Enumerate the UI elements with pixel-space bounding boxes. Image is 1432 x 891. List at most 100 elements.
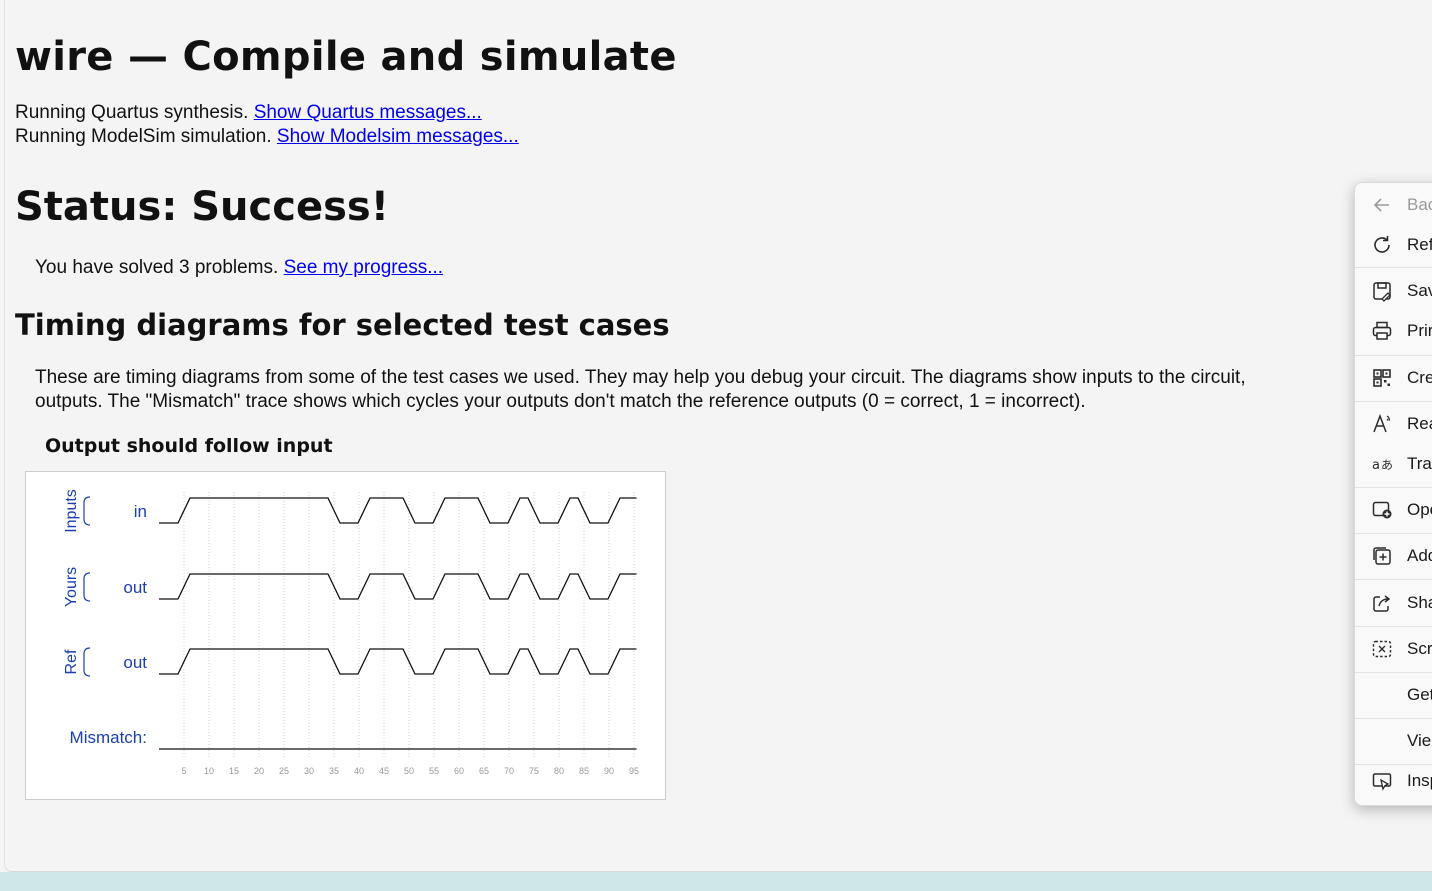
read-aloud-icon — [1370, 412, 1394, 436]
open-window-icon — [1370, 498, 1394, 522]
waveform-out — [159, 648, 637, 675]
tick-label: 75 — [529, 766, 539, 776]
context-menu-item[interactable]: Ref — [1355, 227, 1432, 263]
print-icon — [1370, 319, 1394, 343]
menu-separator — [1355, 267, 1432, 268]
tick-label: 55 — [429, 766, 439, 776]
context-menu-label: Get — [1407, 685, 1432, 704]
diagram-title: Output should follow input — [45, 435, 333, 457]
bracket — [83, 647, 91, 677]
quartus-text: Running Quartus synthesis. — [15, 102, 249, 123]
timing-description: These are timing diagrams from some of t… — [35, 366, 1375, 414]
context-menu-label: Insp — [1407, 771, 1432, 790]
context-menu-label: Vie — [1407, 731, 1432, 750]
waveform-in — [159, 497, 637, 524]
show-quartus-messages-link[interactable]: Show Quartus messages... — [254, 102, 482, 123]
refresh-icon — [1370, 233, 1394, 257]
context-menu-label: Cre — [1407, 368, 1432, 387]
menu-separator — [1355, 401, 1432, 402]
bracket — [83, 572, 91, 602]
show-modelsim-messages-link[interactable]: Show Modelsim messages... — [277, 126, 519, 147]
context-menu-label: Rea — [1407, 414, 1432, 433]
context-menu-label: Bac — [1407, 195, 1432, 214]
tick-label: 10 — [204, 766, 214, 776]
menu-separator — [1355, 626, 1432, 627]
tick-label: 95 — [629, 766, 639, 776]
menu-separator — [1355, 533, 1432, 534]
add-collection-icon — [1370, 544, 1394, 568]
tick-label: 25 — [279, 766, 289, 776]
context-menu-label: Prir — [1407, 321, 1432, 340]
page-title: wire — Compile and simulate — [15, 34, 677, 80]
tick-label: 20 — [254, 766, 264, 776]
context-menu-item[interactable]: Ope — [1355, 492, 1432, 528]
tick-label: 45 — [379, 766, 389, 776]
back-arrow-icon — [1370, 193, 1394, 217]
group-label: Inputs — [63, 489, 80, 533]
see-progress-link[interactable]: See my progress... — [284, 257, 443, 278]
bracket — [83, 496, 91, 526]
menu-separator — [1355, 672, 1432, 673]
qr-code-icon — [1370, 366, 1394, 390]
signal-name: in — [134, 502, 147, 521]
modelsim-text: Running ModelSim simulation. — [15, 126, 272, 147]
quartus-line: Running Quartus synthesis. Show Quartus … — [15, 102, 482, 124]
context-menu-label: Ope — [1407, 500, 1432, 519]
context-menu-item[interactable]: aあ Trar — [1355, 446, 1432, 482]
context-menu-label: Sav — [1407, 281, 1432, 300]
context-menu-label: Sha — [1407, 593, 1432, 612]
svg-text:a: a — [1372, 458, 1380, 473]
tick-label: 65 — [479, 766, 489, 776]
context-menu-item[interactable]: Get — [1355, 677, 1432, 713]
solved-line: You have solved 3 problems. See my progr… — [35, 257, 443, 279]
context-menu-item[interactable]: Sav — [1355, 273, 1432, 309]
context-menu-item[interactable]: Add — [1355, 538, 1432, 574]
tick-label: 30 — [304, 766, 314, 776]
timing-heading: Timing diagrams for selected test cases — [15, 308, 670, 342]
tick-label: 5 — [181, 766, 186, 776]
group-label: Ref — [63, 649, 80, 674]
context-menu-label: Ref — [1407, 235, 1432, 254]
timing-diagram: 5 10 15 20 25 30 35 40 45 50 55 60 65 70 75 80 85 90 95 Inp… — [25, 471, 666, 800]
translate-icon: aあ — [1370, 452, 1394, 476]
solved-text: You have solved 3 problems. — [35, 257, 279, 278]
context-menu-label: Trar — [1407, 454, 1432, 473]
tick-label: 50 — [404, 766, 414, 776]
menu-separator — [1355, 579, 1432, 580]
context-menu-label: Scre — [1407, 639, 1432, 658]
tick-label: 80 — [554, 766, 564, 776]
status-heading: Status: Success! — [15, 184, 389, 230]
context-menu-item[interactable]: Scre — [1355, 631, 1432, 667]
screenshot-icon — [1370, 637, 1394, 661]
context-menu-item[interactable]: Rea — [1355, 406, 1432, 442]
description-line-1: These are timing diagrams from some of t… — [35, 367, 1246, 388]
context-menu-item[interactable]: Prir — [1355, 313, 1432, 349]
svg-text:あ: あ — [1381, 458, 1393, 472]
tick-label: 60 — [454, 766, 464, 776]
context-menu-item[interactable]: Cre — [1355, 360, 1432, 396]
waveform-out — [159, 573, 637, 600]
tick-label: 15 — [229, 766, 239, 776]
taskbar — [0, 872, 1432, 891]
context-menu-label: Add — [1407, 546, 1432, 565]
tick-label: 70 — [504, 766, 514, 776]
context-menu-item[interactable]: Vie — [1355, 723, 1432, 759]
tick-label: 90 — [604, 766, 614, 776]
context-menu-item: Bac — [1355, 187, 1432, 223]
timing-diagram-svg: 5 10 15 20 25 30 35 40 45 50 55 60 65 70 75 80 85 90 95 Inp… — [63, 489, 639, 776]
tick-label: 40 — [354, 766, 364, 776]
group-label: Yours — [63, 567, 80, 607]
share-icon — [1370, 591, 1394, 615]
save-icon — [1370, 279, 1394, 303]
tick-label: 35 — [329, 766, 339, 776]
context-menu-item[interactable]: Sha — [1355, 585, 1432, 621]
tick-label: 85 — [579, 766, 589, 776]
menu-separator — [1355, 718, 1432, 719]
context-menu: BacRefSavPrirCreReaaあTrarOpeAddShaScreGe… — [1354, 182, 1432, 806]
inspect-icon — [1370, 769, 1394, 793]
signal-name: out — [123, 578, 147, 597]
mismatch-label: Mismatch: — [70, 728, 147, 747]
menu-separator — [1355, 487, 1432, 488]
context-menu-item[interactable]: Insp — [1355, 763, 1432, 799]
menu-separator — [1355, 355, 1432, 356]
